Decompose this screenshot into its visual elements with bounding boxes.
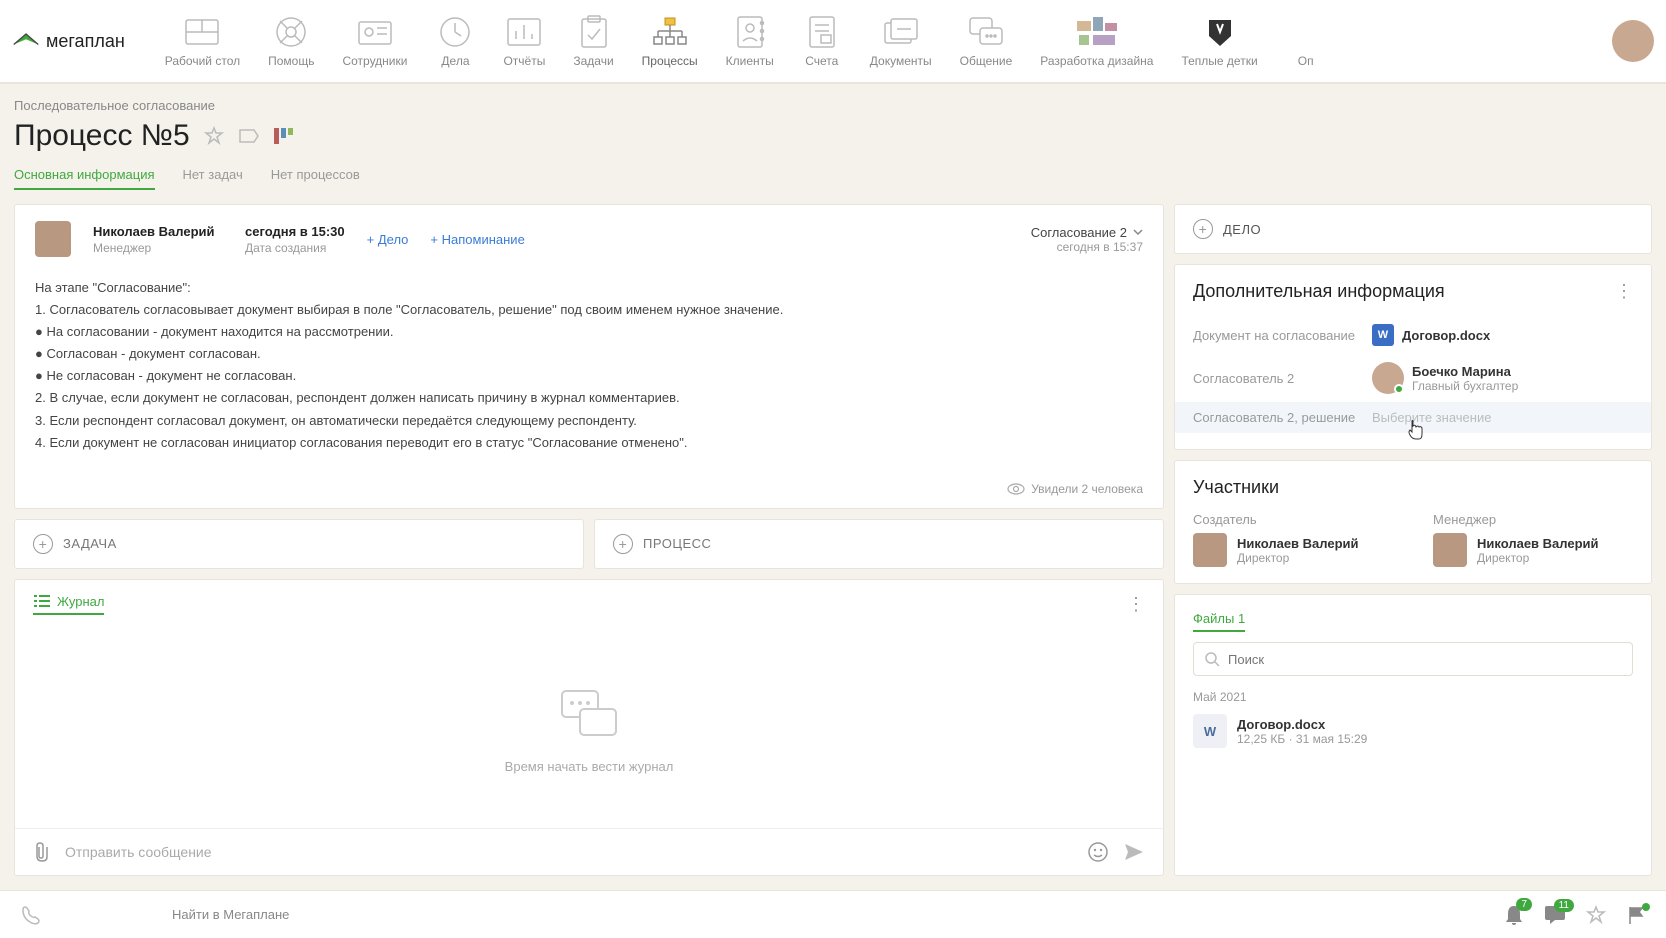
journal-tab[interactable]: Журнал bbox=[33, 594, 104, 615]
logo-icon bbox=[12, 27, 40, 55]
approver-avatar bbox=[1372, 362, 1404, 394]
nav-item-invoices[interactable]: Счета bbox=[802, 14, 842, 68]
nav-item-documents[interactable]: Документы bbox=[870, 14, 932, 68]
creator-person[interactable]: Николаев Валерий Директор bbox=[1193, 533, 1393, 567]
list-icon bbox=[33, 594, 51, 608]
plus-icon: + bbox=[1193, 219, 1213, 239]
owner-role: Менеджер bbox=[93, 241, 223, 255]
empty-journal-icon bbox=[554, 683, 624, 743]
breadcrumb[interactable]: Последовательное согласование bbox=[14, 98, 1652, 113]
messages-icon[interactable]: 11 bbox=[1544, 905, 1566, 925]
journal-menu-icon[interactable]: ⋮ bbox=[1127, 594, 1145, 615]
page-title: Процесс №5 bbox=[14, 119, 190, 153]
add-process-button[interactable]: + ПРОЦЕСС bbox=[594, 519, 1164, 569]
flag-icon[interactable] bbox=[1626, 905, 1646, 925]
nav-item-clients[interactable]: Клиенты bbox=[726, 14, 774, 68]
tabs: Основная информация Нет задач Нет процес… bbox=[14, 167, 1652, 190]
files-search[interactable] bbox=[1193, 642, 1633, 676]
nav-item-processes[interactable]: Процессы bbox=[642, 14, 698, 68]
nav-item-tasks[interactable]: Задачи bbox=[573, 14, 613, 68]
eye-icon bbox=[1007, 483, 1025, 495]
message-input[interactable] bbox=[65, 844, 1073, 860]
description-body: На этапе "Согласование": 1. Согласовател… bbox=[15, 257, 1163, 474]
word-file-icon: W bbox=[1193, 714, 1227, 748]
approver2-label: Согласователь 2 bbox=[1193, 371, 1358, 386]
nav-item-chat[interactable]: Общение bbox=[960, 14, 1013, 68]
add-reminder-link[interactable]: + Напоминание bbox=[430, 232, 524, 247]
manager-avatar bbox=[1433, 533, 1467, 567]
bottom-bar: Найти в Мегаплане 7 11 bbox=[0, 890, 1666, 938]
logo-text: мегаплан bbox=[46, 31, 125, 52]
send-icon[interactable] bbox=[1123, 842, 1145, 862]
chevron-down-icon bbox=[1133, 229, 1143, 235]
files-tab[interactable]: Файлы 1 bbox=[1193, 611, 1245, 632]
emoji-icon[interactable] bbox=[1087, 841, 1109, 863]
nav-item-dela[interactable]: Дела bbox=[435, 14, 475, 68]
files-month: Май 2021 bbox=[1193, 690, 1633, 704]
favorites-icon[interactable] bbox=[1586, 905, 1606, 925]
plus-icon: + bbox=[613, 534, 633, 554]
extra-menu-icon[interactable]: ⋮ bbox=[1615, 281, 1633, 302]
phone-icon[interactable] bbox=[20, 904, 42, 926]
nav-item-employees[interactable]: Сотрудники bbox=[342, 14, 407, 68]
delo-header-button[interactable]: + ДЕЛО bbox=[1174, 204, 1652, 254]
creator-label: Создатель bbox=[1193, 512, 1393, 527]
doc-value[interactable]: W Договор.docx bbox=[1372, 324, 1633, 346]
attach-icon[interactable] bbox=[33, 841, 51, 863]
global-search[interactable]: Найти в Мегаплане bbox=[62, 907, 1484, 922]
cursor-pointer-icon bbox=[1407, 420, 1423, 440]
manager-person[interactable]: Николаев Валерий Директор bbox=[1433, 533, 1633, 567]
extra-info-card: Дополнительная информация ⋮ Документ на … bbox=[1174, 264, 1652, 450]
add-delo-link[interactable]: + Дело bbox=[367, 232, 409, 247]
owner-name[interactable]: Николаев Валерий bbox=[93, 224, 223, 239]
empty-journal-text: Время начать вести журнал bbox=[505, 759, 674, 774]
files-search-input[interactable] bbox=[1228, 652, 1622, 667]
creator-avatar bbox=[1193, 533, 1227, 567]
notifications-icon[interactable]: 7 bbox=[1504, 904, 1524, 926]
plus-icon: + bbox=[33, 534, 53, 554]
logo[interactable]: мегаплан bbox=[12, 27, 125, 55]
manager-label: Менеджер bbox=[1433, 512, 1633, 527]
word-icon: W bbox=[1372, 324, 1394, 346]
participants-title: Участники bbox=[1193, 477, 1279, 498]
seen-row[interactable]: Увидели 2 человека bbox=[15, 474, 1163, 508]
participants-card: Участники Создатель Николаев Валерий Дир… bbox=[1174, 460, 1652, 584]
tab-main-info[interactable]: Основная информация bbox=[14, 167, 155, 190]
user-avatar[interactable] bbox=[1612, 20, 1654, 62]
nav-item-more[interactable]: Оп bbox=[1286, 14, 1326, 68]
created-label: Дата создания bbox=[245, 241, 345, 255]
stage-time: сегодня в 15:37 bbox=[1031, 240, 1143, 254]
stage-dropdown[interactable]: Согласование 2 bbox=[1031, 225, 1143, 240]
doc-label: Документ на согласование bbox=[1193, 328, 1358, 343]
files-card: Файлы 1 Май 2021 W Договор.docx 12,25 КБ… bbox=[1174, 594, 1652, 876]
tab-no-tasks[interactable]: Нет задач bbox=[183, 167, 243, 190]
top-navigation: мегаплан Рабочий стол Помощь Сотрудники … bbox=[0, 0, 1666, 84]
main-info-card: Николаев Валерий Менеджер сегодня в 15:3… bbox=[14, 204, 1164, 509]
star-icon[interactable] bbox=[204, 126, 224, 146]
add-task-button[interactable]: + ЗАДАЧА bbox=[14, 519, 584, 569]
file-item[interactable]: W Договор.docx 12,25 КБ · 31 мая 15:29 bbox=[1193, 714, 1633, 748]
created-value: сегодня в 15:30 bbox=[245, 224, 345, 239]
kanban-icon[interactable] bbox=[274, 128, 294, 144]
owner-avatar[interactable] bbox=[35, 221, 71, 257]
decision-label: Согласователь 2, решение bbox=[1193, 410, 1358, 425]
nav-items: Рабочий стол Помощь Сотрудники Дела Отчё… bbox=[165, 14, 1602, 68]
nav-item-reports[interactable]: Отчёты bbox=[503, 14, 545, 68]
tag-icon[interactable] bbox=[238, 128, 260, 144]
extra-info-title: Дополнительная информация bbox=[1193, 281, 1445, 302]
approver2-value[interactable]: Боечко Марина Главный бухгалтер bbox=[1372, 362, 1633, 394]
nav-item-warm[interactable]: Теплые детки bbox=[1181, 14, 1257, 68]
nav-item-design[interactable]: Разработка дизайна bbox=[1040, 14, 1153, 68]
nav-item-help[interactable]: Помощь bbox=[268, 14, 314, 68]
journal-card: Журнал ⋮ Время начать вести журнал bbox=[14, 579, 1164, 876]
nav-item-desktop[interactable]: Рабочий стол bbox=[165, 14, 240, 68]
search-icon bbox=[1204, 651, 1220, 667]
tab-no-processes[interactable]: Нет процессов bbox=[271, 167, 360, 190]
